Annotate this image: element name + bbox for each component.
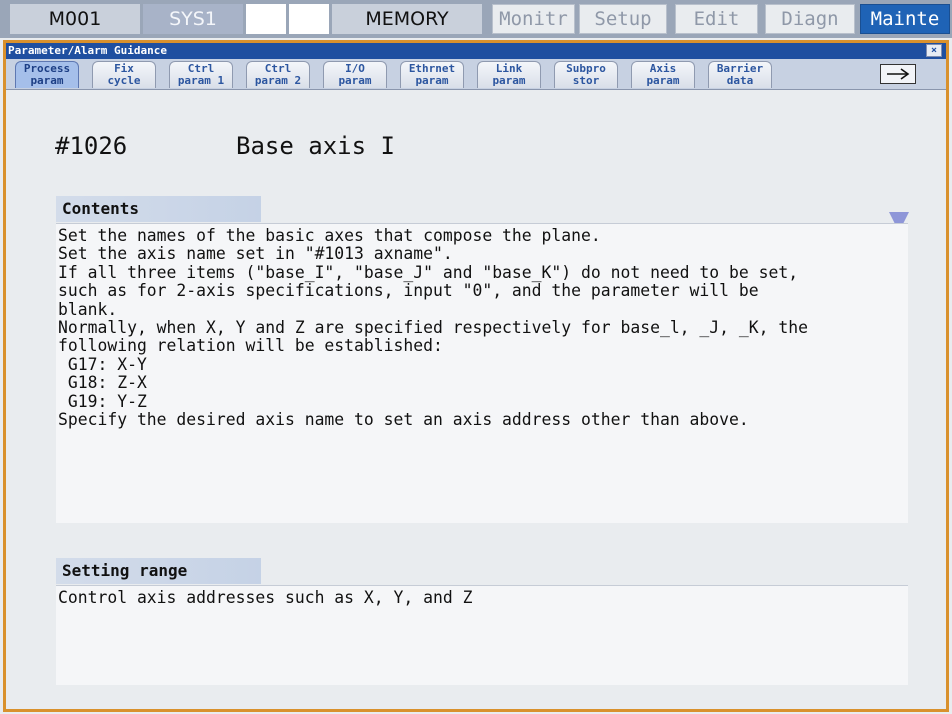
status-bar: M001 SYS1 MEMORY Monitr Setup Edit Diagn… <box>0 0 952 38</box>
contents-line: If all three items ("base_I", "base_J" a… <box>58 262 799 282</box>
window-title: Parameter/Alarm Guidance <box>8 44 167 57</box>
operation-mode: MEMORY <box>332 4 482 34</box>
contents-line: Normally, when X, Y and Z are specified … <box>58 318 808 338</box>
close-button[interactable]: × <box>926 44 942 57</box>
tab-label-line2: data <box>726 74 754 87</box>
tab-ethrnet-param[interactable]: Ethrnet param <box>400 61 464 88</box>
contents-line: G19: Y-Z <box>58 391 147 411</box>
tab-io-param[interactable]: I/O param <box>323 61 387 88</box>
contents-line: G18: Z-X <box>58 373 147 393</box>
setting-range-header: Setting range <box>56 558 261 584</box>
tab-label-line2: param <box>415 74 449 87</box>
parameter-tabs: Process param Fix cycle Ctrl param 1 Ctr… <box>6 59 946 90</box>
program-status: M001 <box>10 4 140 34</box>
tab-subpro-stor[interactable]: Subpro stor <box>554 61 618 88</box>
tab-ctrl-param-1[interactable]: Ctrl param 1 <box>169 61 233 88</box>
menu-edit[interactable]: Edit <box>675 4 758 34</box>
contents-line: blank. <box>58 299 118 319</box>
status-blank-1 <box>246 4 286 34</box>
contents-line: G17: X-Y <box>58 354 147 374</box>
tab-barrier-data[interactable]: Barrier data <box>708 61 772 88</box>
arrow-right-icon <box>887 68 910 80</box>
menu-setup[interactable]: Setup <box>579 4 667 34</box>
menu-mainte[interactable]: Mainte <box>860 4 950 34</box>
window-titlebar: Parameter/Alarm Guidance × <box>6 43 946 59</box>
contents-text: Set the names of the basic axes that com… <box>56 223 908 523</box>
menu-diagn[interactable]: Diagn <box>765 4 855 34</box>
status-blank-2 <box>289 4 329 34</box>
system-indicator: SYS1 <box>143 4 243 34</box>
tab-label-line2: param <box>492 74 526 87</box>
tab-label-line2: param 2 <box>254 74 302 87</box>
parameter-name: Base axis I <box>236 132 395 160</box>
guidance-content: #1026 Base axis I Contents Set the names… <box>6 90 946 709</box>
tab-process-param[interactable]: Process param <box>15 61 79 88</box>
contents-line: such as for 2-axis specifications, input… <box>58 281 759 301</box>
tab-ctrl-param-2[interactable]: Ctrl param 2 <box>246 61 310 88</box>
contents-header: Contents <box>56 196 261 222</box>
contents-line: Set the names of the basic axes that com… <box>58 226 601 245</box>
guidance-window: Parameter/Alarm Guidance × Process param… <box>3 40 949 712</box>
tab-label-line2: param <box>30 74 64 87</box>
contents-line: Specify the desired axis name to set an … <box>58 410 749 430</box>
setting-range-line: Control axis addresses such as X, Y, and… <box>58 588 473 607</box>
tab-label-line2: param <box>338 74 372 87</box>
tab-label-line2: cycle <box>107 74 141 87</box>
tab-axis-param[interactable]: Axis param <box>631 61 695 88</box>
tab-link-param[interactable]: Link param <box>477 61 541 88</box>
tab-label-line2: param <box>646 74 680 87</box>
tab-fix-cycle[interactable]: Fix cycle <box>92 61 156 88</box>
parameter-number: #1026 <box>55 132 128 160</box>
menu-monitr[interactable]: Monitr <box>492 4 575 34</box>
tab-label-line2: stor <box>572 74 600 87</box>
next-page-button[interactable] <box>880 64 916 84</box>
contents-line: following relation will be established: <box>58 336 443 356</box>
setting-range-text: Control axis addresses such as X, Y, and… <box>56 585 908 685</box>
tab-label-line2: param 1 <box>177 74 225 87</box>
contents-line: Set the axis name set in "#1013 axname". <box>58 244 453 264</box>
